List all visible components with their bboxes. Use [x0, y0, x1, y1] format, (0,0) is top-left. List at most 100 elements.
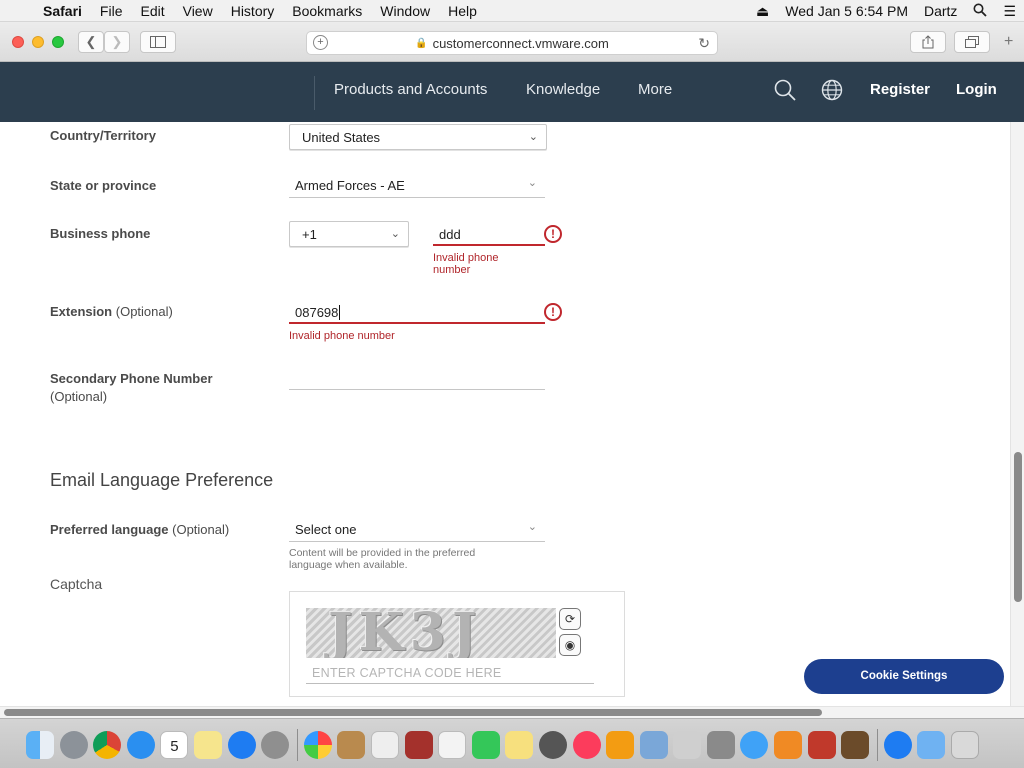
chevron-down-icon: ⌄: [527, 521, 537, 533]
state-select[interactable]: Armed Forces - AE ⌄: [289, 172, 545, 198]
safari-icon[interactable]: [126, 731, 155, 759]
sidebar-toggle-button[interactable]: [140, 31, 176, 53]
home-icon[interactable]: [606, 731, 635, 759]
spotlight-search-icon[interactable]: [965, 3, 995, 20]
finder-icon[interactable]: [26, 731, 54, 759]
login-link[interactable]: Login: [956, 81, 997, 98]
country-code-select[interactable]: +1 ⌄: [289, 221, 409, 247]
preferred-language-hint: Content will be provided in the preferre…: [289, 547, 476, 571]
menu-history[interactable]: History: [222, 3, 284, 19]
country-select[interactable]: United States ⌄: [289, 124, 547, 150]
business-phone-input[interactable]: ddd: [433, 222, 545, 246]
macos-dock: 5: [0, 718, 1024, 768]
back-button[interactable]: ❮: [78, 31, 104, 53]
captcha-image-text: JK3J: [328, 608, 483, 658]
reload-icon[interactable]: ↻: [698, 35, 710, 52]
preferred-language-optional: (Optional): [172, 522, 230, 537]
text-cursor: [339, 305, 341, 320]
automator-icon[interactable]: [706, 731, 735, 759]
forward-button[interactable]: ❯: [104, 31, 130, 53]
share-button[interactable]: [910, 31, 946, 53]
photos-icon[interactable]: [303, 731, 332, 759]
captcha-refresh-button[interactable]: ⟳: [559, 608, 581, 630]
address-bar[interactable]: + 🔒 customerconnect.vmware.com ↻: [306, 31, 718, 55]
nav-more[interactable]: More: [638, 81, 672, 98]
captcha-input[interactable]: ENTER CAPTCHA CODE HERE: [306, 662, 594, 684]
notes-icon[interactable]: [193, 731, 222, 759]
minimize-window-button[interactable]: [32, 36, 44, 48]
books-icon[interactable]: [774, 731, 803, 759]
photo-booth-icon[interactable]: [807, 731, 836, 759]
captcha-audio-button[interactable]: ◉: [559, 634, 581, 656]
launchpad-icon[interactable]: [59, 731, 88, 759]
vertical-scrollbar[interactable]: [1010, 122, 1024, 706]
horizontal-scroll-thumb[interactable]: [4, 709, 822, 716]
app-store-downloads-icon[interactable]: [883, 731, 912, 759]
captcha-image: JK3J: [306, 608, 556, 658]
search-icon[interactable]: [774, 79, 796, 106]
menu-edit[interactable]: Edit: [131, 3, 173, 19]
captcha-placeholder: ENTER CAPTCHA CODE HERE: [312, 666, 502, 680]
country-label: Country/Territory: [50, 128, 156, 143]
font-book-icon[interactable]: [673, 731, 702, 759]
secondary-phone-label: Secondary Phone Number (Optional): [50, 370, 213, 406]
stickies-icon[interactable]: [505, 731, 534, 759]
state-label: State or province: [50, 178, 157, 193]
notification-center-icon[interactable]: ☰: [995, 3, 1024, 20]
secondary-phone-label-text: Secondary Phone Number: [50, 371, 213, 386]
trash-icon[interactable]: [951, 731, 980, 759]
zoom-window-button[interactable]: [52, 36, 64, 48]
messages-icon[interactable]: [740, 731, 769, 759]
nav-knowledge[interactable]: Knowledge: [526, 81, 600, 98]
menubar-datetime[interactable]: Wed Jan 5 6:54 PM: [777, 3, 916, 19]
app-store-icon[interactable]: [227, 731, 256, 759]
secondary-phone-input[interactable]: [289, 366, 545, 390]
business-phone-value: ddd: [439, 227, 461, 242]
browser-toolbar: ❮ ❯ + 🔒 customerconnect.vmware.com ↻ +: [0, 22, 1024, 62]
business-phone-error: Invalid phone number: [433, 252, 499, 276]
tabs-icon: [965, 36, 979, 48]
screenshot-icon[interactable]: [538, 731, 567, 759]
downloads-folder-icon[interactable]: [917, 731, 946, 759]
menu-app-name[interactable]: Safari: [34, 3, 91, 19]
cookie-settings-button[interactable]: Cookie Settings: [804, 659, 1004, 694]
chess-icon[interactable]: [841, 731, 870, 759]
chrome-icon[interactable]: [93, 731, 122, 759]
add-bookmark-icon[interactable]: +: [313, 35, 328, 50]
refresh-icon: ⟳: [564, 612, 576, 626]
facetime-icon[interactable]: [471, 731, 500, 759]
menu-file[interactable]: File: [91, 3, 132, 19]
menu-view[interactable]: View: [174, 3, 222, 19]
music-icon[interactable]: [572, 731, 601, 759]
chevron-down-icon: ⌄: [527, 177, 537, 189]
system-preferences-icon[interactable]: [261, 731, 290, 759]
dictionary-icon[interactable]: [404, 731, 433, 759]
preferred-language-select[interactable]: Select one ⌄: [289, 516, 545, 542]
preview-icon[interactable]: [639, 731, 668, 759]
eject-icon[interactable]: ⏏: [748, 3, 777, 20]
extension-value: 087698: [295, 305, 339, 320]
preferred-language-label-text: Preferred language: [50, 522, 169, 537]
menu-window[interactable]: Window: [371, 3, 439, 19]
calendar-icon[interactable]: 5: [160, 731, 189, 759]
menu-bookmarks[interactable]: Bookmarks: [283, 3, 371, 19]
contacts-icon[interactable]: [337, 731, 366, 759]
vertical-scroll-thumb[interactable]: [1014, 452, 1022, 602]
new-tab-icon[interactable]: +: [1004, 33, 1013, 51]
state-select-value: Armed Forces - AE: [295, 178, 405, 193]
extension-input[interactable]: 087698: [289, 300, 545, 324]
business-phone-label: Business phone: [50, 226, 151, 241]
nav-products-and-accounts[interactable]: Products and Accounts: [334, 81, 487, 98]
close-window-button[interactable]: [12, 36, 24, 48]
share-icon: [922, 35, 934, 49]
country-select-value: United States: [302, 130, 381, 145]
textedit-icon[interactable]: [370, 731, 399, 759]
register-link[interactable]: Register: [870, 81, 930, 98]
extension-optional: (Optional): [115, 304, 173, 319]
reminders-icon[interactable]: [438, 731, 467, 759]
horizontal-scrollbar[interactable]: [0, 706, 1024, 718]
globe-icon[interactable]: [821, 79, 843, 106]
menubar-user[interactable]: Dartz: [916, 3, 965, 19]
tab-overview-button[interactable]: [954, 31, 990, 53]
menu-help[interactable]: Help: [439, 3, 486, 19]
